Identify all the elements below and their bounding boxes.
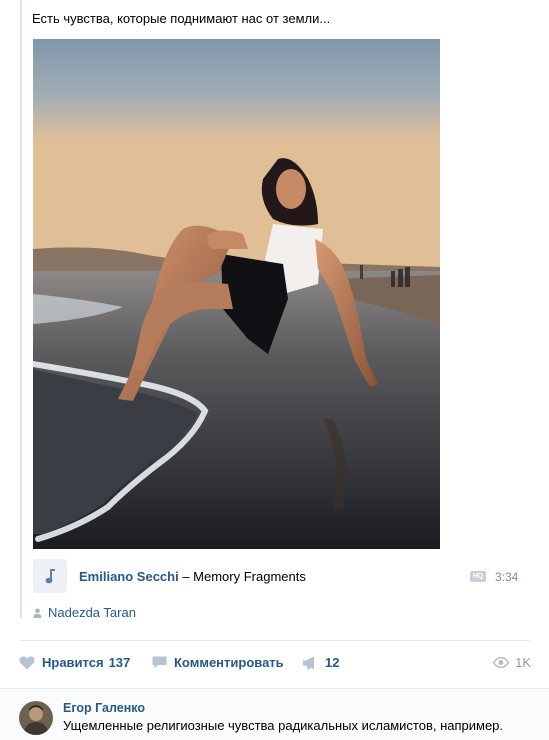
post-actions: Нравится 137 Комментировать 12 1K xyxy=(19,655,531,675)
views-counter: 1K xyxy=(493,655,531,670)
source-author[interactable]: Nadezda Taran xyxy=(33,605,136,620)
eye-icon xyxy=(493,657,510,668)
music-note-icon xyxy=(45,569,55,584)
audio-title: Emiliano Secchi – Memory Fragments xyxy=(79,569,306,584)
person-icon xyxy=(33,608,42,618)
avatar[interactable] xyxy=(19,701,53,735)
comment-label: Комментировать xyxy=(174,655,284,670)
audio-track-title[interactable]: Memory Fragments xyxy=(193,569,306,584)
audio-duration: 3:34 xyxy=(495,570,519,584)
source-author-name[interactable]: Nadezda Taran xyxy=(48,605,136,620)
audio-play-button[interactable] xyxy=(33,559,67,593)
share-button[interactable]: 12 xyxy=(302,655,339,670)
hq-badge: HQ xyxy=(470,571,486,582)
like-count: 137 xyxy=(108,655,131,670)
comment-text: Ущемленные религиозные чувства радикальн… xyxy=(63,718,504,733)
heart-icon xyxy=(19,656,35,669)
comment-author[interactable]: Егор Галенко xyxy=(63,701,145,715)
post-text: Есть чувства, которые поднимают нас от з… xyxy=(32,11,331,26)
comment-button[interactable]: Комментировать xyxy=(152,655,284,670)
views-count: 1K xyxy=(515,655,531,670)
comment-icon xyxy=(152,656,167,669)
megaphone-icon xyxy=(303,656,314,669)
post-left-border xyxy=(20,0,22,618)
share-count: 12 xyxy=(325,655,340,670)
audio-artist[interactable]: Emiliano Secchi xyxy=(79,569,179,584)
audio-attachment: Emiliano Secchi – Memory Fragments HQ 3:… xyxy=(33,559,523,593)
like-label: Нравится xyxy=(42,655,104,670)
comment-item: Егор Галенко Ущемленные религиозные чувс… xyxy=(0,688,549,740)
post-photo[interactable] xyxy=(33,39,440,549)
like-button[interactable]: Нравится 137 xyxy=(19,655,130,670)
audio-separator: – xyxy=(178,569,194,584)
actions-divider xyxy=(20,640,530,641)
